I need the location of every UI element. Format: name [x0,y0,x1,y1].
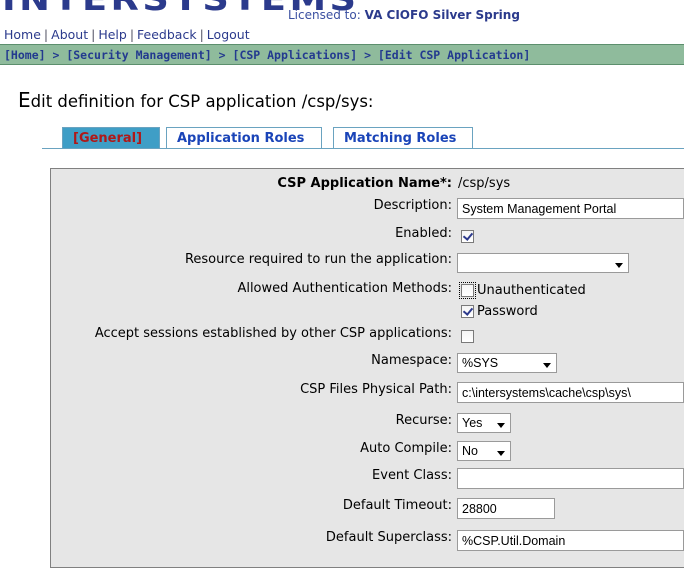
app-name-label: CSP Application Name*: [277,176,452,191]
nav-logout-link[interactable]: Logout [207,27,250,42]
tab-bar: [General] Application Roles Matching Rol… [0,126,684,149]
accept-sessions-checkbox[interactable] [461,330,474,343]
nav-separator: | [91,27,96,42]
accept-sessions-label: Accept sessions established by other CSP… [94,326,452,341]
page-title: Edit definition for CSP application /csp… [18,88,373,112]
auto-compile-select[interactable]: No [457,441,511,461]
description-input[interactable]: System Management Portal [457,198,684,219]
resource-label: Resource required to run the application… [184,252,452,267]
breadcrumb-separator: > [45,48,67,62]
page-title-first-letter: E [18,88,31,112]
unauthenticated-checkbox[interactable] [459,282,476,299]
license-holder: VA CIOFO Silver Spring [364,8,520,22]
breadcrumb-security-management[interactable]: [Security Management] [66,48,211,62]
row-auto-compile: Auto Compile: No [0,440,684,466]
top-nav: Home | About | Help | Feedback | Logout [4,27,250,42]
resource-select[interactable] [457,253,629,273]
namespace-select[interactable]: %SYS [457,353,557,373]
recurse-select-value: Yes [462,416,483,430]
nav-separator: | [43,27,49,42]
namespace-label: Namespace: [371,353,452,368]
tab-application-roles[interactable]: Application Roles [166,127,322,149]
auto-compile-select-value: No [462,444,478,458]
breadcrumb-separator: > [357,48,378,62]
enabled-checkbox[interactable] [461,230,474,243]
chevron-down-icon [615,263,623,268]
recurse-label: Recurse: [395,413,452,428]
recurse-select[interactable]: Yes [457,413,511,433]
nav-help-link[interactable]: Help [98,27,127,42]
nav-separator: | [129,27,135,42]
enabled-label: Enabled: [395,226,452,241]
breadcrumb: [Home] > [Security Management] > [CSP Ap… [0,44,684,65]
page-title-text: dit definition for CSP application /csp/… [30,92,374,111]
breadcrumb-edit-csp-application[interactable]: [Edit CSP Application] [378,48,530,62]
row-accept-sessions: Accept sessions established by other CSP… [0,326,684,352]
physical-path-label: CSP Files Physical Path: [300,382,452,397]
license-prefix: Licensed to: [288,8,361,22]
unauthenticated-label: Unauthenticated [477,283,586,298]
physical-path-input[interactable]: c:\intersystems\cache\csp\sys\ [457,382,684,403]
nav-separator: | [199,27,204,42]
row-enabled: Enabled: [0,226,684,252]
breadcrumb-home[interactable]: [Home] [4,48,46,62]
event-class-input[interactable] [457,468,684,489]
tab-general[interactable]: [General] [62,127,160,149]
breadcrumb-separator: > [211,48,233,62]
nav-feedback-link[interactable]: Feedback [137,27,197,42]
breadcrumb-csp-applications[interactable]: [CSP Applications] [233,48,358,62]
tab-matching-roles[interactable]: Matching Roles [333,127,473,149]
event-class-label: Event Class: [372,468,452,483]
password-checkbox[interactable] [461,305,474,318]
default-timeout-label: Default Timeout: [342,498,452,513]
default-superclass-label: Default Superclass: [325,530,452,545]
row-physical-path: CSP Files Physical Path: c:\intersystems… [0,380,684,406]
namespace-select-value: %SYS [462,356,499,370]
row-resource: Resource required to run the application… [0,252,684,278]
row-event-class: Event Class: [0,466,684,492]
row-description: Description: System Management Portal [0,196,684,222]
default-superclass-input[interactable]: %CSP.Util.Domain [457,530,684,551]
nav-home-link[interactable]: Home [4,27,41,42]
default-timeout-input[interactable]: 28800 [457,498,555,519]
chevron-down-icon [497,451,505,456]
row-default-timeout: Default Timeout: 28800 [0,496,684,522]
row-default-superclass: Default Superclass: %CSP.Util.Domain [0,528,684,554]
password-label: Password [477,304,538,319]
auth-methods-label: Allowed Authentication Methods: [237,281,452,296]
description-label: Description: [373,198,452,213]
row-recurse: Recurse: Yes [0,412,684,438]
row-auth-methods: Allowed Authentication Methods: Unauthen… [0,281,684,319]
auto-compile-label: Auto Compile: [360,441,452,456]
chevron-down-icon [497,423,505,428]
chevron-down-icon [543,363,551,368]
app-name-value: /csp/sys [458,176,511,191]
nav-about-link[interactable]: About [51,27,88,42]
license-info: Licensed to: VA CIOFO Silver Spring [288,8,520,22]
row-namespace: Namespace: %SYS [0,352,684,378]
